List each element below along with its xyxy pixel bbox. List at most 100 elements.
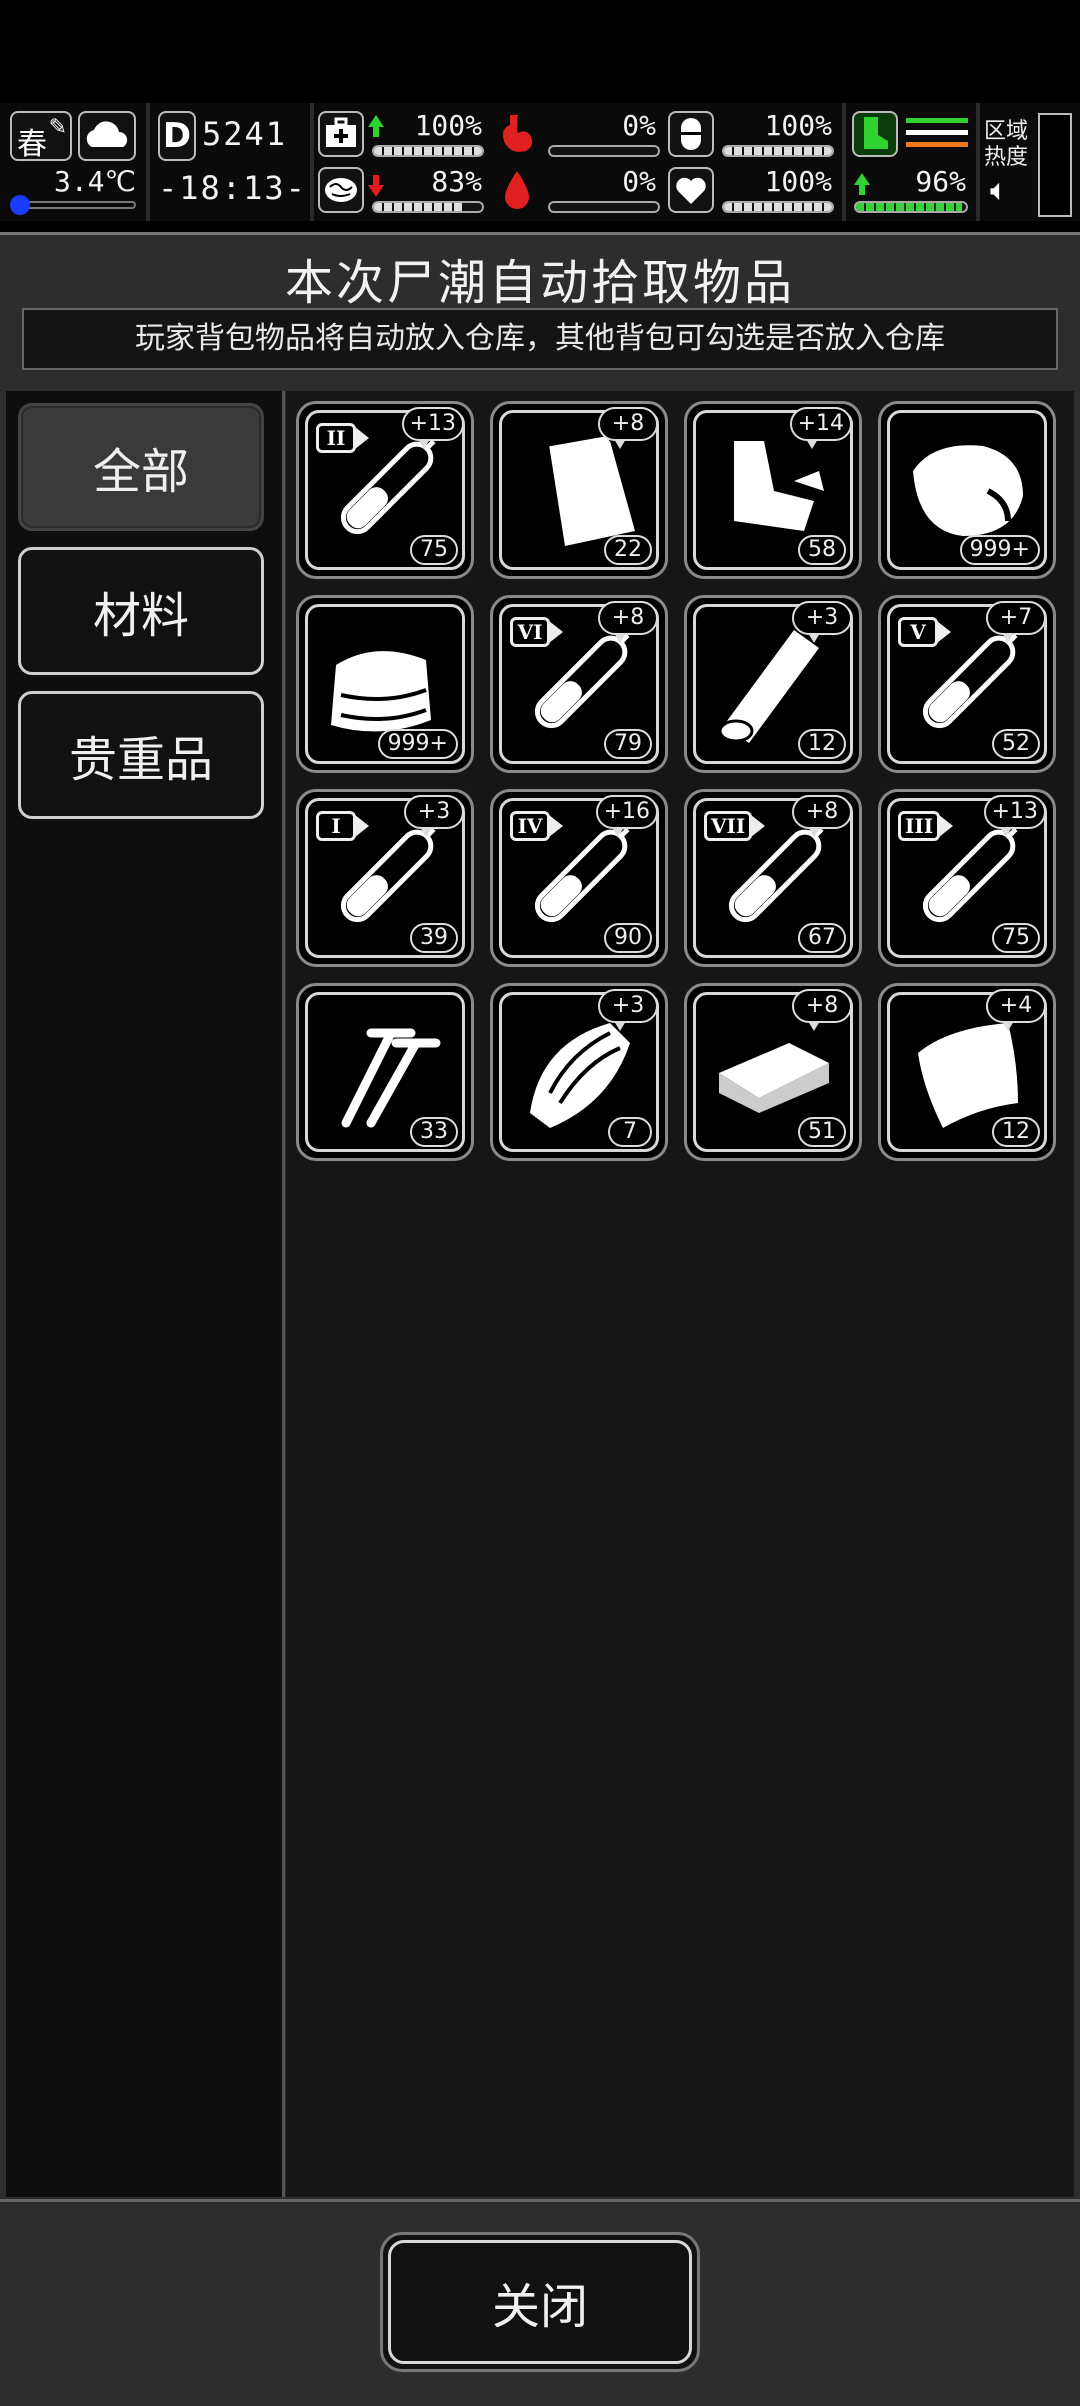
speed-bar bbox=[854, 201, 968, 213]
thirst-value: 0% bbox=[622, 165, 656, 198]
brain-icon bbox=[318, 167, 364, 213]
item-count: 67 bbox=[798, 923, 846, 953]
item-bonus-bubble: +4 bbox=[986, 989, 1046, 1031]
item-count: 75 bbox=[992, 923, 1040, 953]
speed-value: 96% bbox=[915, 165, 966, 198]
auto-pickup-dialog: 本次尸潮自动拾取物品 玩家背包物品将自动放入仓库，其他背包可勾选是否放入仓库 全… bbox=[0, 232, 1080, 2406]
temperature-slider bbox=[12, 201, 136, 209]
sanity-bar bbox=[372, 201, 484, 213]
item-slot[interactable]: +3 12 bbox=[684, 595, 862, 773]
dialog-subtitle: 玩家背包物品将自动放入仓库，其他背包可勾选是否放入仓库 bbox=[22, 308, 1058, 370]
item-bonus-bubble: +8 bbox=[792, 795, 852, 837]
item-slot[interactable]: +8 22 bbox=[490, 401, 668, 579]
item-count: 999+ bbox=[959, 535, 1040, 565]
category-tabs: 全部 材料 贵重品 bbox=[6, 391, 285, 2197]
temperature-readout: 3.4℃ bbox=[10, 165, 138, 215]
medkit-icon bbox=[318, 111, 364, 157]
item-slot[interactable]: 33 bbox=[296, 983, 474, 1161]
item-bonus-bubble: +8 bbox=[792, 989, 852, 1031]
day-d-badge: D bbox=[158, 111, 196, 161]
item-count: 75 bbox=[410, 535, 458, 565]
dialog-title: 本次尸潮自动拾取物品 bbox=[284, 255, 795, 311]
item-slot[interactable]: III +13 75 bbox=[878, 789, 1056, 967]
item-grade-badge: I bbox=[316, 811, 369, 841]
item-count: 52 bbox=[992, 729, 1040, 759]
item-bonus-bubble: +8 bbox=[598, 407, 658, 449]
tab-materials[interactable]: 材料 bbox=[18, 547, 264, 675]
mood-value: 100% bbox=[764, 165, 832, 198]
hunger-value: 0% bbox=[622, 109, 656, 142]
pill-icon bbox=[668, 111, 714, 157]
item-slot[interactable]: IV +16 90 bbox=[490, 789, 668, 967]
item-bonus-bubble: +8 bbox=[598, 601, 658, 643]
item-count: 90 bbox=[604, 923, 652, 953]
season-label: 春 bbox=[17, 127, 47, 162]
item-slot[interactable]: +3 7 bbox=[490, 983, 668, 1161]
stomach-icon bbox=[502, 115, 533, 152]
speaker-icon[interactable]: 🔈︎ bbox=[990, 173, 1008, 208]
item-bonus-bubble: +7 bbox=[986, 601, 1046, 643]
speed-stripes bbox=[906, 115, 968, 155]
close-button[interactable]: 关闭 bbox=[380, 2232, 700, 2372]
item-grade-badge: II bbox=[316, 423, 369, 453]
item-slot[interactable]: 999+ bbox=[878, 401, 1056, 579]
weather-badge[interactable] bbox=[78, 111, 136, 161]
item-bonus-bubble: +3 bbox=[598, 989, 658, 1031]
item-bonus-bubble: +3 bbox=[404, 795, 464, 837]
item-grade-badge: IV bbox=[510, 811, 563, 841]
status-hud: 春 ✎ 3.4℃ D 5241 -18:13- 100% 83% 0% 0% 1 bbox=[0, 103, 1080, 221]
stamina-value: 100% bbox=[764, 109, 832, 142]
close-button-label: 关闭 bbox=[491, 2279, 588, 2335]
item-bonus-bubble: +3 bbox=[792, 601, 852, 643]
item-grade-badge: VII bbox=[704, 811, 766, 841]
zone-heat-meter bbox=[1038, 113, 1072, 217]
temperature-knob bbox=[10, 195, 30, 215]
item-count: 33 bbox=[410, 1117, 458, 1147]
feather-icon: ✎ bbox=[48, 115, 67, 140]
item-count: 12 bbox=[992, 1117, 1040, 1147]
blood-drop-icon bbox=[505, 171, 529, 209]
heart-icon bbox=[668, 167, 714, 213]
health-bar bbox=[372, 145, 484, 157]
item-count: 12 bbox=[798, 729, 846, 759]
item-grade-badge: III bbox=[898, 811, 954, 841]
item-bonus-bubble: +13 bbox=[983, 795, 1046, 837]
item-slot[interactable]: VII +8 67 bbox=[684, 789, 862, 967]
item-slot[interactable]: +8 51 bbox=[684, 983, 862, 1161]
item-bonus-bubble: +14 bbox=[789, 407, 852, 449]
item-grade-badge: V bbox=[898, 617, 951, 647]
tab-valuables[interactable]: 贵重品 bbox=[18, 691, 264, 819]
item-bonus-bubble: +13 bbox=[401, 407, 464, 449]
item-count: 51 bbox=[798, 1117, 846, 1147]
tab-all[interactable]: 全部 bbox=[18, 403, 264, 531]
health-value: 100% bbox=[414, 109, 482, 142]
item-slot[interactable]: I +3 39 bbox=[296, 789, 474, 967]
item-grid: II +13 75 +8 22 +14 58 999+ 999+ VI +8 79 +3 12 V +7 52 I… bbox=[286, 391, 1074, 2197]
sanity-value: 83% bbox=[431, 165, 482, 198]
mood-bar bbox=[722, 201, 834, 213]
item-grade-badge: VI bbox=[510, 617, 563, 647]
season-badge: 春 ✎ bbox=[10, 111, 72, 162]
item-slot[interactable]: +14 58 bbox=[684, 401, 862, 579]
day-counter: 5241 bbox=[202, 115, 288, 153]
item-slot[interactable]: V +7 52 bbox=[878, 595, 1056, 773]
item-slot[interactable]: +4 12 bbox=[878, 983, 1056, 1161]
item-count: 79 bbox=[604, 729, 652, 759]
stamina-bar bbox=[722, 145, 834, 157]
item-bonus-bubble: +16 bbox=[595, 795, 658, 837]
thirst-bar bbox=[548, 201, 660, 213]
item-count: 999+ bbox=[377, 729, 458, 759]
item-slot[interactable]: 999+ bbox=[296, 595, 474, 773]
boot-icon bbox=[852, 111, 898, 157]
temperature-label: 3.4℃ bbox=[53, 165, 136, 198]
item-count: 7 bbox=[608, 1117, 652, 1147]
item-slot[interactable]: VI +8 79 bbox=[490, 595, 668, 773]
clock: -18:13- bbox=[158, 169, 307, 207]
weather-cloud-icon bbox=[86, 121, 128, 147]
item-count: 39 bbox=[410, 923, 458, 953]
item-count: 22 bbox=[604, 535, 652, 565]
item-count: 58 bbox=[798, 535, 846, 565]
zone-heat-label: 区域热度 bbox=[984, 119, 1029, 170]
hunger-bar bbox=[548, 145, 660, 157]
item-slot[interactable]: II +13 75 bbox=[296, 401, 474, 579]
